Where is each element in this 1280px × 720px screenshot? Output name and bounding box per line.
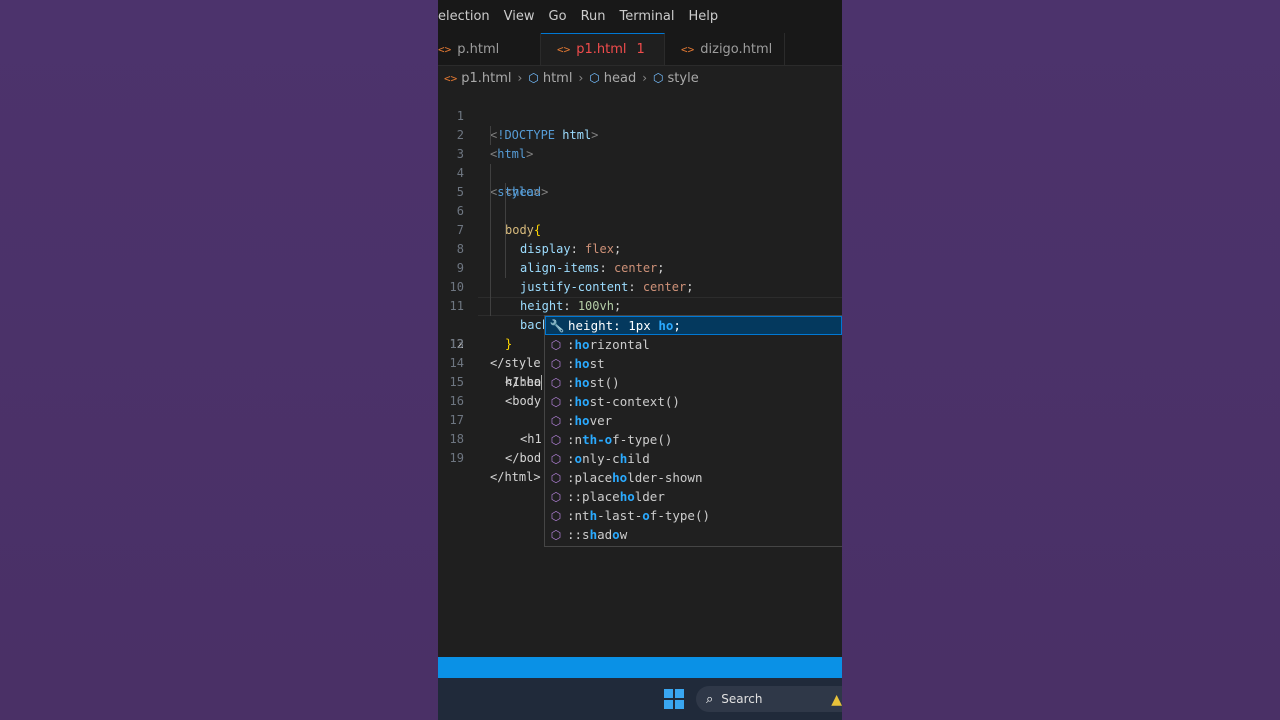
code-line: 6 display: flex; [438,183,842,256]
breadcrumb-style[interactable]: style [668,71,699,86]
menu-view[interactable]: View [497,9,542,24]
code-line: 4 <style> [438,145,842,199]
app-icon[interactable]: ▲ [831,692,842,708]
tab-dizigo-html[interactable]: <> dizigo.html [665,33,785,65]
editor-tabs: <> p.html <> p1.html 1 <> dizigo.html [438,33,842,66]
windows-start-icon[interactable] [664,689,684,709]
suggestion-item[interactable]: ⬡ :nth-of-type() [545,430,842,449]
taskbar-search[interactable]: ⌕ Search [696,686,842,712]
tab-p-html[interactable]: <> p.html [438,33,541,65]
symbol-icon: ⬡ [589,71,600,85]
breadcrumb-html[interactable]: html [543,71,573,86]
breadcrumb-file[interactable]: p1.html [461,71,511,86]
code-line: 1 <!DOCTYPE html> [438,88,842,142]
cube-icon: ⬡ [550,508,562,523]
suggestion-item[interactable]: ⬡ ::placeholder [545,487,842,506]
html-file-icon: <> [681,42,695,56]
chevron-right-icon: › [517,71,523,85]
code-line: 10 background: #333; [438,259,842,332]
chevron-right-icon: › [642,71,648,85]
menu-help[interactable]: Help [681,9,725,24]
cube-icon: ⬡ [550,356,562,371]
code-line: 2 <html> [438,107,842,161]
code-line: 7 align-items: center; [438,202,842,275]
suggestion-item[interactable]: ⬡ ::shadow [545,525,842,544]
cube-icon: ⬡ [550,337,562,352]
suggestion-item[interactable]: ⬡ :host-context() [545,392,842,411]
code-line: 3 <head> [438,126,842,199]
tab-p1-html[interactable]: <> p1.html 1 [541,33,665,65]
cube-icon: ⬡ [550,413,562,428]
background-left [0,0,438,720]
chevron-right-icon: › [578,71,584,85]
line-number: 19 [449,451,464,465]
suggestion-item[interactable]: ⬡ :host [545,354,842,373]
cube-icon: ⬡ [550,375,562,390]
html-file-icon: <> [444,71,458,85]
wrench-icon: 🔧 [549,318,565,333]
suggestion-item[interactable]: ⬡ :hover [545,411,842,430]
taskbar: ⌕ Search ▲ [438,678,842,720]
symbol-icon: ⬡ [653,71,664,85]
cube-icon: ⬡ [550,432,562,447]
suggestion-item[interactable]: ⬡ :only-child [545,449,842,468]
cube-icon: ⬡ [550,394,562,409]
suggestion-item[interactable]: 🔧 height: 1px ho; [545,316,842,335]
tab-label: dizigo.html [700,41,773,57]
tab-label: p1.html [576,42,627,57]
status-bar [438,657,842,678]
tab-label: p.html [457,41,500,57]
breadcrumb-head[interactable]: head [604,71,636,86]
autocomplete-suggestions: 🔧 height: 1px ho; ⬡ :horizontal ⬡ :host … [544,315,842,547]
menu-selection[interactable]: election [438,9,497,24]
code-line: 8 justify-content: center; [438,221,842,294]
suggestion-item[interactable]: ⬡ :host() [545,373,842,392]
breadcrumb: <> p1.html › ⬡ html › ⬡ head › ⬡ style [438,66,842,90]
cube-icon: ⬡ [550,527,562,542]
cube-icon: ⬡ [550,451,562,466]
code-line: 9 height: 100vh; [438,240,842,313]
suggestion-item[interactable]: ⬡ :nth-last-of-type() [545,506,842,525]
symbol-icon: ⬡ [528,71,539,85]
suggestion-item[interactable]: ⬡ :horizontal [545,335,842,354]
search-label: Search [721,692,763,706]
menu-terminal[interactable]: Terminal [613,9,682,24]
code-line-current[interactable]: 12 h1:ho [438,297,842,390]
search-icon: ⌕ [706,691,714,707]
menu-bar: election View Go Run Terminal Help [438,0,842,33]
menu-run[interactable]: Run [574,9,613,24]
cube-icon: ⬡ [550,470,562,485]
code-line: 5 body{ [438,164,842,237]
cube-icon: ⬡ [550,489,562,504]
menu-go[interactable]: Go [542,9,574,24]
background-right [842,0,1280,720]
suggestion-item[interactable]: ⬡ :placeholder-shown [545,468,842,487]
html-file-icon: <> [438,42,452,56]
problem-count-badge: 1 [636,42,645,57]
code-line: 11 } [438,278,842,351]
html-file-icon: <> [557,43,571,56]
